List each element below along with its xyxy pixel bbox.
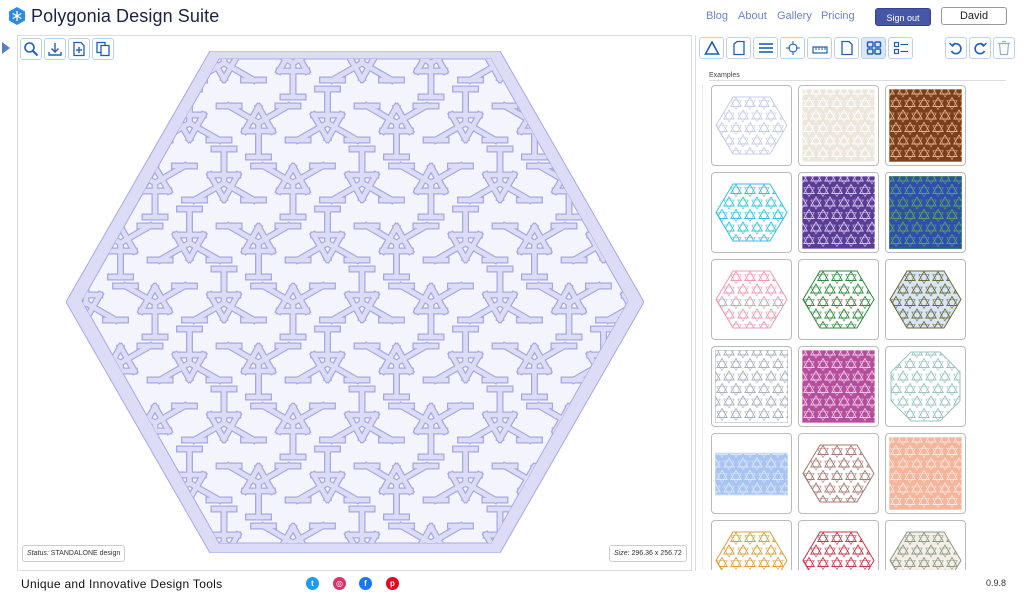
example-thumbnail-purple-lattice[interactable] (798, 172, 879, 253)
pattern-motif (633, 106, 644, 157)
pattern-motif (120, 59, 190, 101)
thumbnail-pattern (889, 176, 962, 249)
pattern-motif (633, 346, 644, 397)
pattern-motif (595, 385, 628, 445)
size-chip: Size: 296.36 x 256.72 (609, 545, 687, 562)
thumbnail-pattern (802, 444, 875, 503)
example-thumbnail-blue-green-lattice[interactable] (885, 172, 966, 253)
example-thumbnail-cyan-hexagon[interactable] (711, 172, 792, 253)
undo-icon[interactable] (945, 37, 967, 59)
status-chip: Status: STANDALONE design (22, 545, 126, 562)
panel-toolbar (699, 37, 913, 59)
download-icon[interactable] (44, 38, 66, 60)
example-thumbnail-pink-hexagon[interactable] (711, 259, 792, 340)
example-thumbnail-blue-band[interactable] (711, 433, 792, 514)
document-icon[interactable] (834, 37, 859, 59)
triangle-icon[interactable] (699, 37, 724, 59)
lines-icon[interactable] (753, 37, 778, 59)
nav-blog[interactable]: Blog (706, 10, 728, 22)
nav-about[interactable]: About (738, 10, 767, 22)
thumbnail-pattern (802, 531, 875, 570)
thumbnail-pattern (889, 89, 962, 162)
sign-out-button[interactable]: Sign out (875, 8, 931, 26)
example-thumbnail-green-hexagon[interactable] (798, 259, 879, 340)
panel-divider (702, 84, 703, 569)
thumbnail-pattern (802, 89, 875, 162)
user-button[interactable]: David (941, 7, 1007, 25)
example-thumbnail-olive-hexagon[interactable] (885, 259, 966, 340)
thumbnail-pattern (802, 270, 875, 329)
trash-icon[interactable] (993, 37, 1015, 59)
thumbnail-pattern (715, 531, 788, 570)
thumbnail-pattern (890, 351, 961, 422)
crosshair-icon[interactable] (780, 37, 805, 59)
example-thumbnail-copper-tiles[interactable] (885, 85, 966, 166)
thumbnail-pattern (715, 270, 788, 329)
examples-grid (711, 85, 967, 570)
status-label: Status: (27, 550, 49, 557)
footer-tagline: Unique and Innovative Design Tools (21, 577, 223, 591)
example-thumbnail-magenta-tiles[interactable] (798, 346, 879, 427)
thumbnail-pattern (715, 350, 788, 423)
pattern-motif (534, 59, 604, 101)
thumbnail-pattern (802, 176, 875, 249)
example-thumbnail-lavender-hexagon[interactable] (711, 85, 792, 166)
example-thumbnail-sage-hexagon[interactable] (885, 520, 966, 570)
facebook-icon[interactable]: f (359, 577, 372, 590)
zoom-icon[interactable] (20, 38, 42, 60)
app-title[interactable]: Polygonia Design Suite (31, 6, 219, 27)
thumbnail-pattern (889, 270, 962, 329)
example-thumbnail-cream-lattice[interactable] (798, 85, 879, 166)
twitter-icon[interactable]: t (306, 577, 319, 590)
status-value: STANDALONE design (50, 550, 121, 557)
pattern-motif (595, 59, 628, 85)
pattern-motif (112, 521, 198, 543)
pattern-motif (526, 521, 612, 543)
example-thumbnail-salmon-tiles[interactable] (885, 433, 966, 514)
example-thumbnail-gray-lattice[interactable] (711, 346, 792, 427)
thumbnail-pattern (889, 531, 962, 570)
thumbnail-pattern (715, 183, 788, 242)
pattern-motif (82, 101, 164, 161)
nav-pricing[interactable]: Pricing (821, 10, 855, 22)
pattern-motif (595, 145, 628, 205)
history-toolbar (945, 37, 1015, 59)
pattern-motif (82, 461, 164, 521)
pattern-motif (633, 466, 644, 517)
examples-divider (709, 80, 1006, 81)
nav-gallery[interactable]: Gallery (777, 10, 812, 22)
redo-icon[interactable] (969, 37, 991, 59)
pattern-motif (82, 59, 129, 85)
pattern-motif (82, 145, 129, 205)
thumbnail-pattern (889, 437, 962, 510)
instagram-icon[interactable]: ◎ (333, 577, 346, 590)
thumbnail-pattern (802, 350, 875, 423)
ruler-icon[interactable] (807, 37, 832, 59)
polygonia-logo-icon[interactable] (7, 6, 27, 26)
examples-label: Examples (709, 72, 740, 79)
pinterest-icon[interactable]: p (386, 577, 399, 590)
grid-view-icon[interactable] (861, 37, 886, 59)
page-corner-icon[interactable] (726, 37, 751, 59)
sidebar-toggle-icon[interactable] (2, 42, 10, 54)
thumbnail-pattern (715, 452, 788, 496)
header: Polygonia Design Suite Blog About Galler… (0, 0, 1024, 34)
pattern-motif (560, 445, 628, 505)
list-view-icon[interactable] (888, 37, 913, 59)
example-thumbnail-mauve-hexagon[interactable] (798, 433, 879, 514)
pattern-motif (633, 226, 644, 277)
hexagon-pattern[interactable] (66, 51, 644, 553)
footer: Unique and Innovative Design Tools t ◎ f… (0, 572, 1024, 595)
version-label: 0.9.8 (986, 578, 1007, 588)
size-label: Size: (614, 550, 630, 557)
example-thumbnail-red-hexagon[interactable] (798, 520, 879, 570)
pattern-motif (560, 85, 628, 145)
pattern-motif (82, 385, 129, 445)
size-value: 296.36 x 256.72 (631, 550, 682, 557)
thumbnail-pattern (715, 96, 788, 155)
example-thumbnail-teal-octagon[interactable] (885, 346, 966, 427)
example-thumbnail-gold-hexagon[interactable] (711, 520, 792, 570)
